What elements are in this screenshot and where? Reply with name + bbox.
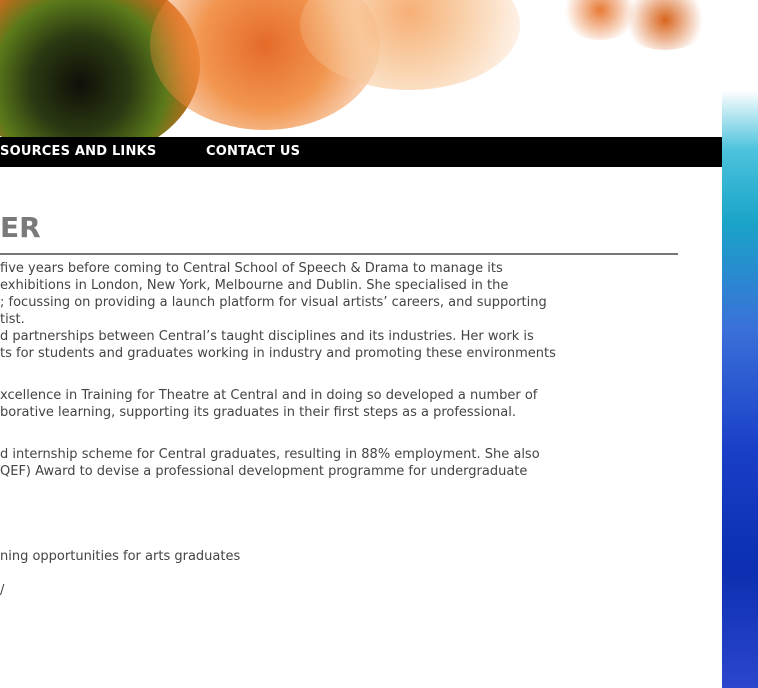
body-line: exhibitions in London, New York, Melbour… — [0, 278, 509, 293]
body-line: d partnerships between Central’s taught … — [0, 329, 534, 344]
side-ink-decoration — [722, 90, 758, 688]
body-line: ning opportunities for arts graduates — [0, 549, 241, 564]
body-line: d internship scheme for Central graduate… — [0, 447, 540, 462]
body-line: ; focussing on providing a launch platfo… — [0, 295, 547, 310]
main-navigation: SOURCES AND LINKS CONTACT US — [0, 137, 722, 167]
nav-item-contact-us[interactable]: CONTACT US — [206, 137, 300, 167]
main-content: ER five years before coming to Central S… — [0, 167, 722, 688]
body-line: ts for students and graduates working in… — [0, 346, 556, 361]
heading-divider — [0, 253, 678, 255]
body-line: borative learning, supporting its gradua… — [0, 405, 516, 420]
body-line: / — [0, 583, 5, 598]
body-line: tist. — [0, 312, 25, 327]
body-line: xcellence in Training for Theatre at Cen… — [0, 388, 538, 403]
page-heading: ER — [0, 211, 41, 244]
biography-text: five years before coming to Central Scho… — [0, 260, 690, 599]
body-line: QEF) Award to devise a professional deve… — [0, 464, 528, 479]
body-line: five years before coming to Central Scho… — [0, 261, 503, 276]
nav-item-resources-and-links[interactable]: SOURCES AND LINKS — [0, 137, 156, 167]
ink-splash-small-2 — [620, 0, 710, 50]
header-banner-image — [0, 0, 758, 140]
